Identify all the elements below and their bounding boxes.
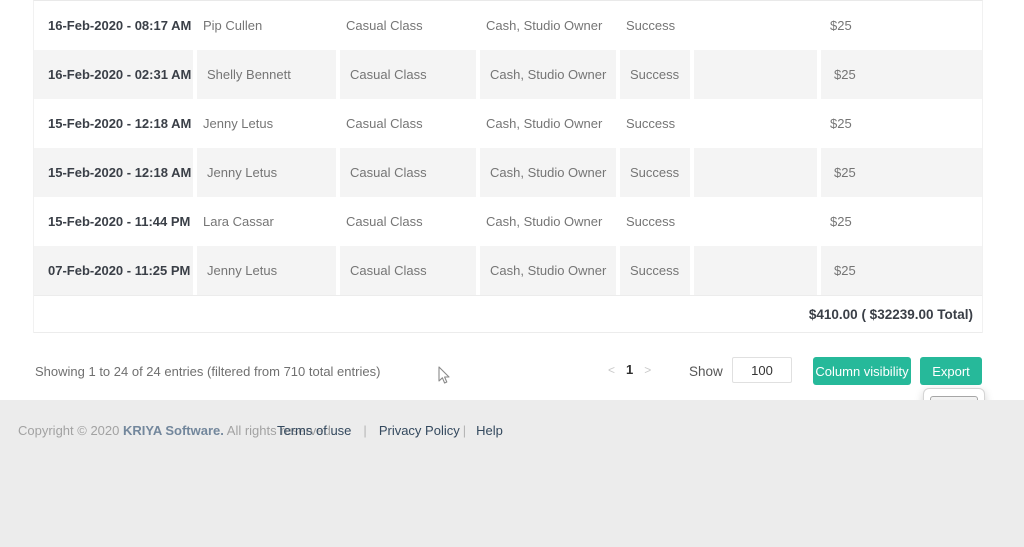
pagination: < 1 > [608, 362, 651, 377]
previous-page-button[interactable]: < [608, 363, 615, 377]
cell-extra [690, 197, 817, 246]
current-page-number[interactable]: 1 [626, 362, 633, 377]
cell-date: 16-Feb-2020 - 08:17 AM [48, 18, 192, 33]
total-amount: $410.00 ( $32239.00 Total) [690, 295, 982, 333]
cell-amount: $25 [817, 148, 982, 197]
show-entries-input[interactable] [732, 357, 792, 383]
cell-payment-method: Cash, Studio Owner [486, 214, 603, 229]
cell-client-name: Jenny Letus [193, 148, 336, 197]
cell-client-name: Pip Cullen [203, 18, 263, 33]
cell-client-name: Jenny Letus [193, 246, 336, 295]
link-separator: | [462, 423, 467, 438]
cell-status: Success [616, 246, 690, 295]
cell-payment-method: Cash, Studio Owner [476, 50, 616, 99]
footer-links: Terms of use | Privacy Policy | Help [277, 423, 503, 438]
cell-amount: $25 [830, 214, 852, 229]
cell-extra [690, 148, 817, 197]
cell-client-name: Jenny Letus [203, 116, 274, 131]
help-link[interactable]: Help [476, 423, 503, 438]
cell-class-type: Casual Class [336, 50, 476, 99]
cell-amount: $25 [817, 50, 982, 99]
privacy-policy-link[interactable]: Privacy Policy [379, 423, 460, 438]
transactions-table: 16-Feb-2020 - 08:17 AM Pip Cullen Casual… [33, 0, 983, 333]
show-entries-label: Show [689, 364, 723, 379]
payments-report-page: 16-Feb-2020 - 08:17 AM Pip Cullen Casual… [0, 0, 1024, 547]
table-footer-row: $410.00 ( $32239.00 Total) [34, 295, 982, 333]
table-row[interactable]: 07-Feb-2020 - 11:25 PM Jenny Letus Casua… [34, 246, 982, 295]
cell-amount: $25 [830, 116, 852, 131]
mouse-cursor-icon [438, 366, 450, 384]
link-separator: | [363, 423, 367, 438]
cell-class-type: Casual Class [346, 116, 423, 131]
cell-date: 07-Feb-2020 - 11:25 PM [34, 246, 193, 295]
cell-status: Success [626, 214, 676, 229]
entries-info: Showing 1 to 24 of 24 entries (filtered … [35, 364, 381, 379]
export-button[interactable]: Export [920, 357, 982, 385]
cell-class-type: Casual Class [336, 246, 476, 295]
column-visibility-button[interactable]: Column visibility [813, 357, 911, 385]
cell-date: 15-Feb-2020 - 12:18 AM [34, 148, 193, 197]
cell-extra [690, 246, 817, 295]
cell-amount: $25 [830, 18, 852, 33]
cell-extra [690, 1, 817, 50]
cell-date: 15-Feb-2020 - 12:18 AM [48, 116, 192, 131]
table-row[interactable]: 15-Feb-2020 - 11:44 PM Lara Cassar Casua… [34, 197, 982, 246]
cell-class-type: Casual Class [336, 148, 476, 197]
cell-status: Success [616, 50, 690, 99]
next-page-button[interactable]: > [644, 363, 651, 377]
cell-client-name: Shelly Bennett [193, 50, 336, 99]
cell-class-type: Casual Class [346, 214, 423, 229]
cell-payment-method: Cash, Studio Owner [476, 148, 616, 197]
table-row[interactable]: 16-Feb-2020 - 02:31 AM Shelly Bennett Ca… [34, 50, 982, 99]
table-row[interactable]: 15-Feb-2020 - 12:18 AM Jenny Letus Casua… [34, 148, 982, 197]
cell-extra [690, 99, 817, 148]
terms-of-use-link[interactable]: Terms of use [277, 423, 351, 438]
cell-class-type: Casual Class [346, 18, 423, 33]
cell-status: Success [626, 116, 676, 131]
table-row[interactable]: 15-Feb-2020 - 12:18 AM Jenny Letus Casua… [34, 99, 982, 148]
cell-payment-method: Cash, Studio Owner [486, 18, 603, 33]
cell-date: 16-Feb-2020 - 02:31 AM [34, 50, 193, 99]
cell-payment-method: Cash, Studio Owner [476, 246, 616, 295]
total-spacer [34, 295, 690, 333]
cell-client-name: Lara Cassar [203, 214, 274, 229]
cell-status: Success [616, 148, 690, 197]
cell-date: 15-Feb-2020 - 11:44 PM [48, 214, 191, 229]
cell-payment-method: Cash, Studio Owner [486, 116, 603, 131]
table-row[interactable]: 16-Feb-2020 - 08:17 AM Pip Cullen Casual… [34, 1, 982, 50]
brand-name: KRIYA Software. [122, 423, 224, 438]
cell-extra [690, 50, 817, 99]
cell-amount: $25 [817, 246, 982, 295]
cell-status: Success [626, 18, 676, 33]
site-footer: Copyright © 2020 KRIYA Software. All rig… [0, 400, 1024, 547]
